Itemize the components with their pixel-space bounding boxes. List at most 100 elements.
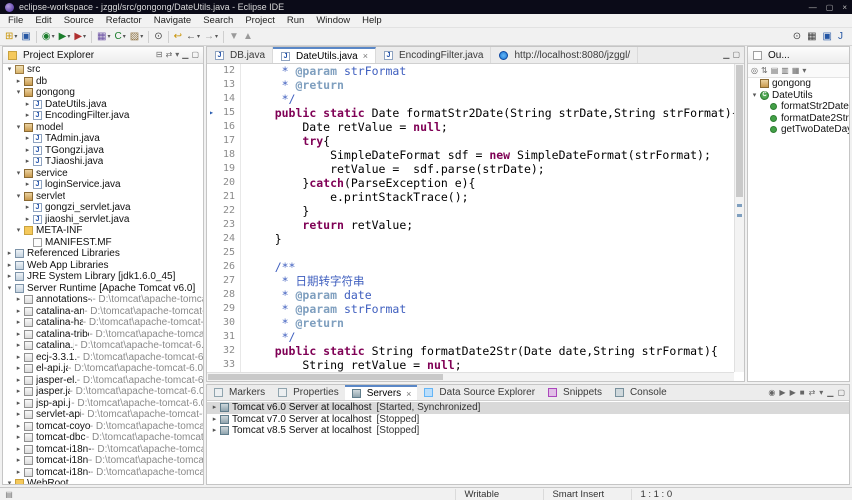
tree-item[interactable]: ▸el-api.jar - D:\tomcat\apache-tomcat-6.… — [3, 363, 203, 375]
code-line[interactable]: 17 try{ — [207, 134, 734, 148]
menu-project[interactable]: Project — [239, 15, 281, 26]
menu-help[interactable]: Help — [356, 15, 388, 26]
expander-icon[interactable]: ▸ — [14, 409, 23, 421]
editor-horizontal-scrollbar[interactable] — [207, 372, 734, 381]
new-java-class-button[interactable]: C▾ — [113, 29, 128, 45]
tree-item[interactable]: formatDate2Str(Date — [748, 113, 849, 125]
expander-icon[interactable]: ▸ — [210, 425, 219, 437]
java-perspective-button[interactable]: J — [836, 29, 845, 45]
minimize-button[interactable]: — — [809, 3, 817, 12]
expander-icon[interactable]: ▸ — [23, 202, 32, 214]
expander-icon[interactable]: ▸ — [14, 76, 23, 88]
tree-item[interactable]: ▸catalina-ha.jar - D:\tomcat\apache-tomc… — [3, 317, 203, 329]
vertical-scroll-thumb[interactable] — [736, 65, 743, 197]
expander-icon[interactable]: ▸ — [5, 271, 14, 283]
maximize-view-button[interactable]: ▢ — [837, 388, 845, 398]
view-tab-data-source-explorer[interactable]: Data Source Explorer — [417, 385, 541, 400]
view-tab-servers[interactable]: Servers× — [345, 385, 418, 400]
code-line[interactable]: 13 * @return — [207, 78, 734, 92]
focus-active-task-button[interactable]: ◎ — [751, 66, 758, 76]
server-row[interactable]: ▸Tomcat v8.5 Server at localhost[Stopped… — [207, 425, 849, 437]
hide-static-members-button[interactable]: ▥ — [781, 66, 789, 76]
code-line[interactable]: 33 String retValue = null; — [207, 358, 734, 372]
expander-icon[interactable]: ▸ — [23, 156, 32, 168]
tree-item[interactable]: ▸catalina-tribes.jar - D:\tomcat\apache-… — [3, 329, 203, 341]
view-tab-snippets[interactable]: Snippets — [541, 385, 608, 400]
tree-item[interactable]: MANIFEST.MF — [3, 237, 203, 249]
expander-icon[interactable]: ▸ — [14, 398, 23, 410]
tree-item[interactable]: ▸Jgongzi_servlet.java — [3, 202, 203, 214]
code-line[interactable]: 24 } — [207, 232, 734, 246]
code-line[interactable]: 19 retValue = sdf.parse(strDate); — [207, 162, 734, 176]
view-tab-console[interactable]: Console — [608, 385, 673, 400]
expander-icon[interactable]: ▸ — [14, 444, 23, 456]
expander-icon[interactable]: ▸ — [23, 133, 32, 145]
code-line[interactable]: 20 }catch(ParseException e){ — [207, 176, 734, 190]
tree-item[interactable]: ▸jasper.jar - D:\tomcat\apache-tomcat-6.… — [3, 386, 203, 398]
view-menu-button[interactable]: ▾ — [802, 66, 806, 76]
expander-icon[interactable]: ▾ — [14, 225, 23, 237]
close-button[interactable]: × — [842, 3, 847, 12]
tree-item[interactable]: ▸tomcat-i18n-es.jar - D:\tomcat\apache-t… — [3, 444, 203, 456]
tree-item[interactable]: ▸JTAdmin.java — [3, 133, 203, 145]
tree-item[interactable]: ▾src — [3, 64, 203, 76]
close-icon[interactable]: × — [363, 51, 368, 61]
menu-edit[interactable]: Edit — [29, 15, 57, 26]
expander-icon[interactable]: ▾ — [5, 283, 14, 295]
search-button[interactable]: ⊙ — [152, 29, 164, 45]
editor-tab[interactable]: JDateUtils.java× — [273, 47, 376, 63]
tree-item[interactable]: ▾CDateUtils — [748, 90, 849, 102]
sort-button[interactable]: ⇅ — [761, 66, 768, 76]
expander-icon[interactable]: ▾ — [14, 122, 23, 134]
expander-icon[interactable]: ▸ — [14, 467, 23, 479]
tree-item[interactable]: ▸JEncodingFilter.java — [3, 110, 203, 122]
expander-icon[interactable]: ▾ — [5, 478, 14, 484]
expander-icon[interactable]: ▸ — [14, 363, 23, 375]
tree-item[interactable]: ▸db — [3, 76, 203, 88]
menu-window[interactable]: Window — [310, 15, 356, 26]
expander-icon[interactable]: ▸ — [23, 179, 32, 191]
hide-non-public-button[interactable]: ▦ — [792, 66, 800, 76]
maximize-editor-button[interactable]: ▢ — [732, 50, 740, 60]
debug-button[interactable]: ◉▾ — [40, 29, 57, 45]
maximize-view-button[interactable]: ▢ — [191, 50, 199, 60]
code-line[interactable]: ▸15 public static Date formatStr2Date(St… — [207, 106, 734, 120]
horizontal-scroll-thumb[interactable] — [208, 374, 443, 380]
code-line[interactable]: 31 */ — [207, 330, 734, 344]
expander-icon[interactable]: ▸ — [14, 294, 23, 306]
external-tools-button[interactable]: ▶▾ — [72, 29, 88, 45]
expander-icon[interactable]: ▸ — [23, 110, 32, 122]
quick-search-button[interactable]: ⊙ — [791, 29, 803, 45]
new-wizard-button[interactable]: ⊞▾ — [3, 29, 19, 45]
expander-icon[interactable]: ▸ — [14, 352, 23, 364]
code-line[interactable]: 29 * @param strFormat — [207, 302, 734, 316]
code-line[interactable]: 23 return retValue; — [207, 218, 734, 232]
tree-item[interactable]: ▾WebRoot — [3, 478, 203, 484]
view-menu-button[interactable]: ▾ — [819, 388, 823, 398]
tree-item[interactable]: getTwoDateDays(Dat — [748, 124, 849, 136]
editor-tab[interactable]: http://localhost:8080/jzggl/ — [491, 47, 638, 63]
debug-server-button[interactable]: ◉ — [768, 388, 775, 398]
code-line[interactable]: 26 /** — [207, 260, 734, 274]
code-line[interactable]: 14 */ — [207, 92, 734, 106]
code-editor[interactable]: 12 * @param strFormat13 * @return14 */▸1… — [207, 64, 734, 372]
run-button[interactable]: ▶▾ — [57, 29, 73, 45]
profile-server-button[interactable]: ▶ — [790, 388, 796, 398]
code-line[interactable]: 28 * @param date — [207, 288, 734, 302]
expander-icon[interactable]: ▾ — [14, 168, 23, 180]
expander-icon[interactable]: ▾ — [14, 87, 23, 99]
tree-item[interactable]: ▸Jjiaoshi_servlet.java — [3, 214, 203, 226]
previous-annotation-button[interactable]: ▲ — [241, 29, 255, 45]
expander-icon[interactable]: ▾ — [14, 191, 23, 203]
tree-item[interactable]: ▸servlet-api.jar - D:\tomcat\apache-tomc… — [3, 409, 203, 421]
stop-server-button[interactable]: ■ — [800, 388, 805, 398]
tree-item[interactable]: ▸tomcat-i18n-fr.jar - D:\tomcat\apache-t… — [3, 455, 203, 467]
editor-vertical-scrollbar[interactable] — [734, 64, 744, 372]
menu-source[interactable]: Source — [58, 15, 100, 26]
expander-icon[interactable]: ▸ — [14, 455, 23, 467]
tree-item[interactable]: ▸Referenced Libraries — [3, 248, 203, 260]
expander-icon[interactable]: ▸ — [14, 329, 23, 341]
menu-refactor[interactable]: Refactor — [100, 15, 148, 26]
server-row[interactable]: ▸Tomcat v6.0 Server at localhost[Started… — [207, 402, 849, 414]
link-with-editor-button[interactable]: ⇄ — [166, 50, 173, 60]
